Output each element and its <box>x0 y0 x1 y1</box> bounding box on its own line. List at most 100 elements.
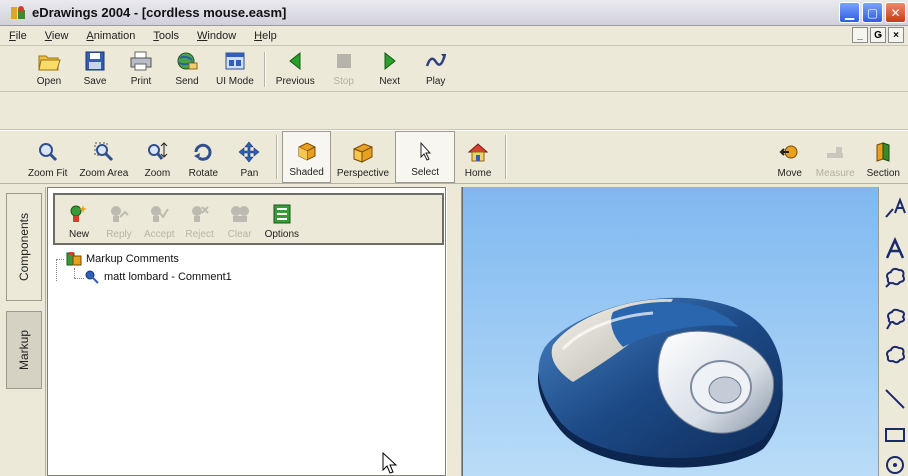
mdi-restore-button[interactable]: Ǥ <box>870 27 886 43</box>
next-button[interactable]: Next <box>367 48 413 91</box>
save-disk-icon <box>83 50 107 72</box>
move-label: Move <box>777 168 802 179</box>
window-title: eDrawings 2004 - [cordless mouse.easm] <box>32 5 287 20</box>
circle-icon[interactable] <box>883 453 907 476</box>
options-icon <box>271 203 293 225</box>
print-label: Print <box>130 76 152 87</box>
menu-bar: File View Animation Tools Window Help _ … <box>0 26 908 46</box>
model-viewport[interactable] <box>462 187 878 476</box>
zoom-label: Zoom <box>144 168 171 179</box>
pan-button[interactable]: Pan <box>226 131 272 183</box>
tree-root-label: Markup Comments <box>86 253 179 265</box>
cloud-icon[interactable] <box>883 343 907 367</box>
tree-root-markup-comments[interactable]: Markup Comments <box>60 250 232 268</box>
clear-button[interactable]: Clear <box>220 195 260 243</box>
text-icon[interactable] <box>883 237 907 261</box>
select-button[interactable]: Select <box>395 131 456 183</box>
rectangle-icon[interactable] <box>883 423 907 447</box>
markup-tree: Markup Comments matt lombard - Comment1 <box>56 250 232 286</box>
rotate-icon <box>191 140 215 164</box>
tab-components[interactable]: Components <box>6 193 42 301</box>
maximize-button[interactable]: ▢ <box>862 2 883 23</box>
zoom-button[interactable]: Zoom <box>134 131 180 183</box>
send-button[interactable]: Send <box>164 48 210 91</box>
menu-window[interactable]: Window <box>188 30 245 42</box>
side-tabs: Components Markup <box>0 187 46 476</box>
cloud-leader-icon[interactable] <box>883 307 907 331</box>
shaded-button[interactable]: Shaded <box>282 131 331 183</box>
reject-icon <box>189 203 211 225</box>
cloud-text-icon[interactable] <box>883 265 907 289</box>
reject-button[interactable]: Reject <box>180 195 220 243</box>
section-icon <box>871 140 895 164</box>
menu-view[interactable]: View <box>36 30 78 42</box>
section-label: Section <box>866 168 900 179</box>
menu-tools[interactable]: Tools <box>144 30 188 42</box>
text-arrow-icon[interactable] <box>883 197 907 221</box>
tab-markup-label: Markup <box>17 329 31 370</box>
markup-toolbar: New Reply Accept Reject Clear Options <box>53 193 444 245</box>
line-icon[interactable] <box>883 387 907 411</box>
close-button[interactable]: ✕ <box>885 2 906 23</box>
play-label: Play <box>425 76 446 87</box>
accept-button[interactable]: Accept <box>139 195 180 243</box>
open-button[interactable]: Open <box>26 48 72 91</box>
minimize-button[interactable]: ▁ <box>839 2 860 23</box>
zoom-area-button[interactable]: Zoom Area <box>73 131 134 183</box>
next-arrow-icon <box>378 50 402 72</box>
shaded-box-icon <box>295 139 319 163</box>
edrawings-app-icon <box>10 5 26 21</box>
toolbar-separator <box>263 52 266 87</box>
rotate-button[interactable]: Rotate <box>180 131 226 183</box>
tab-components-label: Components <box>17 212 31 282</box>
zoom-fit-icon <box>36 140 60 164</box>
pane-splitter[interactable] <box>446 187 462 476</box>
pan-icon <box>237 140 261 164</box>
new-comment-icon <box>68 203 90 225</box>
save-button[interactable]: Save <box>72 48 118 91</box>
perspective-label: Perspective <box>336 168 390 179</box>
accept-label: Accept <box>144 229 175 240</box>
accept-icon <box>148 203 170 225</box>
previous-label: Previous <box>275 76 315 87</box>
select-label: Select <box>411 167 439 178</box>
toolbar-separator <box>505 135 508 179</box>
menu-file[interactable]: File <box>0 30 36 42</box>
pan-label: Pan <box>240 168 259 179</box>
title-bar: eDrawings 2004 - [cordless mouse.easm] ▁… <box>0 0 908 26</box>
reject-label: Reject <box>185 229 214 240</box>
previous-button[interactable]: Previous <box>270 48 321 91</box>
next-label: Next <box>379 76 400 87</box>
perspective-button[interactable]: Perspective <box>331 131 395 183</box>
section-button[interactable]: Section <box>861 131 906 183</box>
send-globe-icon <box>175 50 199 72</box>
clear-label: Clear <box>227 229 252 240</box>
markup-panel: New Reply Accept Reject Clear Options Ma… <box>47 187 446 476</box>
mdi-close-button[interactable]: × <box>888 27 904 43</box>
cordless-mouse-model <box>538 297 783 468</box>
tree-item-comment[interactable]: matt lombard - Comment1 <box>60 268 232 286</box>
new-markup-button[interactable]: New <box>59 195 99 243</box>
menu-animation[interactable]: Animation <box>77 30 144 42</box>
tab-markup[interactable]: Markup <box>6 311 42 389</box>
stop-button[interactable]: Stop <box>321 48 367 91</box>
play-icon <box>424 50 448 72</box>
reply-button[interactable]: Reply <box>99 195 139 243</box>
home-button[interactable]: Home <box>455 131 501 183</box>
play-button[interactable]: Play <box>413 48 459 91</box>
measure-button[interactable]: Measure <box>810 131 861 183</box>
zoom-fit-button[interactable]: Zoom Fit <box>22 131 73 183</box>
move-button[interactable]: Move <box>770 131 810 183</box>
print-button[interactable]: Print <box>118 48 164 91</box>
tree-connector <box>56 259 57 281</box>
menu-help[interactable]: Help <box>245 30 286 42</box>
options-button[interactable]: Options <box>260 195 304 243</box>
ui-mode-button[interactable]: UI Mode <box>210 48 260 91</box>
clear-icon <box>229 203 251 225</box>
select-arrow-icon <box>413 139 437 163</box>
options-label: Options <box>264 229 300 240</box>
zoom-area-icon <box>92 140 116 164</box>
mdi-minimize-button[interactable]: _ <box>852 27 868 43</box>
zoom-fit-label: Zoom Fit <box>28 168 68 179</box>
send-label: Send <box>175 76 199 87</box>
